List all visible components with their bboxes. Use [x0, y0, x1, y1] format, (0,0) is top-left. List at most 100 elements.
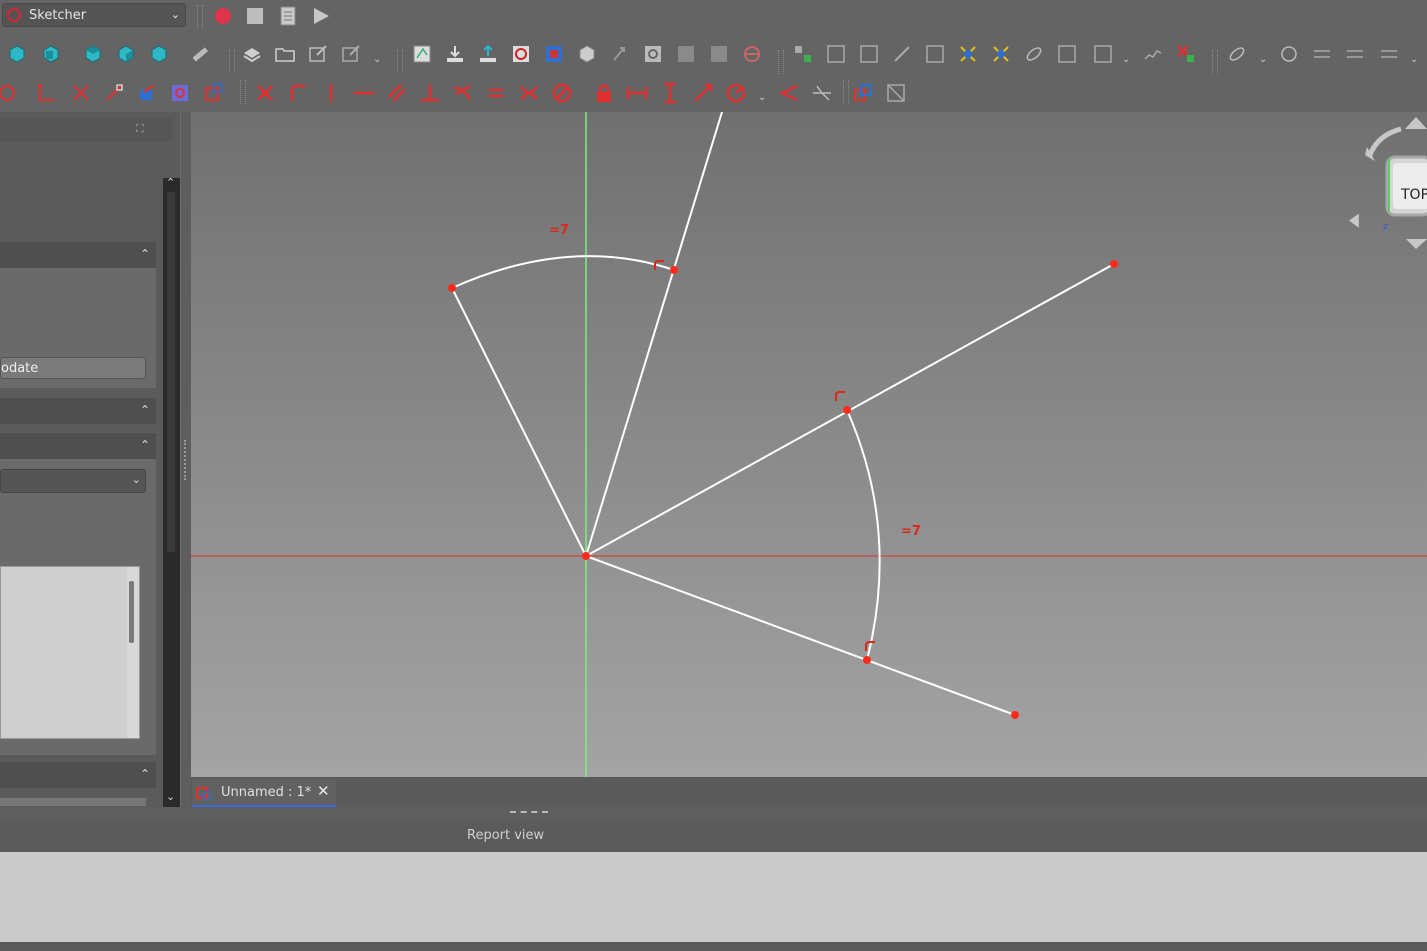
constrain-distance-icon[interactable]	[692, 82, 714, 104]
view-rear-icon[interactable]	[148, 43, 170, 65]
close-icon[interactable]: ✕	[317, 782, 330, 800]
trim-tool-icon[interactable]	[70, 82, 92, 104]
select-elements-icon[interactable]	[990, 43, 1012, 65]
bspline-insert-knot-icon[interactable]	[1378, 43, 1400, 65]
constrain-angle-icon[interactable]	[778, 82, 800, 104]
3d-viewport[interactable]: =7 =7 z TOP	[191, 112, 1427, 777]
stop-operation-icon[interactable]	[741, 43, 763, 65]
leave-sketch-icon[interactable]	[477, 43, 499, 65]
edit-sketch-icon[interactable]	[444, 43, 466, 65]
view-section-icon[interactable]	[543, 43, 565, 65]
delete-constraints-icon[interactable]	[1175, 43, 1197, 65]
validate-sketch-icon[interactable]	[642, 43, 664, 65]
sketch-point[interactable]	[1011, 711, 1019, 719]
view-sketch-icon[interactable]	[510, 43, 532, 65]
constrain-horizontal-icon[interactable]	[353, 82, 375, 104]
arrow-left-icon[interactable]	[1349, 213, 1359, 228]
workbench-selector[interactable]: Sketcher ⌄	[2, 3, 186, 27]
arrow-up-icon[interactable]	[1405, 117, 1427, 129]
external-geometry-icon[interactable]	[136, 82, 158, 104]
bspline-knot-icon[interactable]	[1311, 43, 1333, 65]
undock-icon[interactable]: ⛶	[136, 122, 144, 136]
constrain-perpendicular-icon[interactable]	[419, 82, 441, 104]
extend-tool-icon[interactable]	[103, 82, 125, 104]
view-top-icon[interactable]	[82, 43, 104, 65]
update-button[interactable]: odate	[0, 357, 146, 379]
carbon-copy-icon[interactable]	[169, 82, 191, 104]
constrain-parallel-icon[interactable]	[386, 82, 408, 104]
list-scrollbar[interactable]	[127, 567, 139, 738]
scroll-thumb[interactable]	[167, 192, 175, 552]
symmetry-icon[interactable]	[1056, 43, 1078, 65]
clone-icon[interactable]	[1092, 43, 1114, 65]
group-icon[interactable]	[274, 43, 296, 65]
rectangular-array-icon[interactable]	[1142, 43, 1164, 65]
select-conflicting-icon[interactable]	[957, 43, 979, 65]
show-hide-geometry-icon[interactable]	[1023, 43, 1045, 65]
constrain-lock-icon[interactable]	[593, 82, 615, 104]
constrain-snell-icon[interactable]	[811, 82, 833, 104]
merge-sketches-icon[interactable]	[675, 43, 697, 65]
toggle-driving-icon[interactable]	[852, 82, 874, 104]
constrain-horizontal-distance-icon[interactable]	[626, 82, 648, 104]
constraint-marker-icon[interactable]	[835, 391, 845, 401]
scroll-thumb[interactable]	[129, 581, 134, 643]
view-front-icon[interactable]	[40, 43, 62, 65]
sketch-line[interactable]	[585, 112, 723, 557]
select-vertical-axis-icon[interactable]	[858, 43, 880, 65]
bspline-icon[interactable]	[1226, 43, 1248, 65]
reorient-sketch-icon[interactable]	[609, 43, 631, 65]
sketch-line[interactable]	[585, 555, 1016, 716]
run-macro-icon[interactable]	[310, 5, 332, 27]
sketch-point[interactable]	[670, 266, 678, 274]
scroll-up-icon[interactable]: ⌃	[166, 176, 175, 189]
circle-tool-icon[interactable]	[0, 82, 18, 104]
navigation-cube[interactable]: z TOP	[1349, 117, 1427, 257]
link-actions-icon[interactable]	[340, 43, 362, 65]
constrain-vertical-icon[interactable]	[320, 82, 342, 104]
select-origin-icon[interactable]	[825, 43, 847, 65]
constrain-block-icon[interactable]	[551, 82, 573, 104]
filter-dropdown[interactable]: ⌄	[0, 469, 146, 493]
sketch-canvas[interactable]: =7 =7	[191, 112, 1427, 777]
sketch-point[interactable]	[863, 656, 871, 664]
bspline-join-icon[interactable]	[1344, 43, 1366, 65]
scroll-down-icon[interactable]: ⌄	[166, 790, 175, 803]
task-section-header[interactable]: ⌃	[0, 398, 156, 424]
task-section-header[interactable]: ⌃	[0, 762, 156, 788]
chevron-down-icon[interactable]: ⌄	[1259, 54, 1267, 65]
document-tab[interactable]: Unnamed : 1* ✕	[192, 780, 336, 808]
view-right-icon[interactable]	[115, 43, 137, 65]
constrain-tangent-icon[interactable]	[452, 82, 474, 104]
chevron-down-icon[interactable]: ⌄	[758, 92, 766, 103]
constrain-coincident-icon[interactable]	[254, 82, 276, 104]
constrain-equal-icon[interactable]	[485, 82, 507, 104]
sketch-arc[interactable]	[846, 409, 881, 661]
mirror-sketch-icon[interactable]	[708, 43, 730, 65]
construction-mode-icon[interactable]	[202, 82, 224, 104]
task-section-header[interactable]: ⌃	[0, 242, 156, 268]
panel-scrollbar[interactable]: ⌃ ⌄	[163, 176, 180, 807]
sketch-point[interactable]	[582, 552, 590, 560]
select-constraints-icon[interactable]	[792, 43, 814, 65]
select-redundant-icon[interactable]	[924, 43, 946, 65]
constrain-vertical-distance-icon[interactable]	[659, 82, 681, 104]
report-splitter[interactable]	[0, 807, 1427, 822]
chevron-down-icon[interactable]: ⌄	[1410, 54, 1418, 65]
rotate-left-icon[interactable]	[1366, 126, 1402, 158]
arrow-down-icon[interactable]	[1406, 239, 1427, 249]
toggle-active-icon[interactable]	[885, 82, 907, 104]
navcube-face-label[interactable]: TOP	[1401, 187, 1427, 203]
macros-icon[interactable]	[277, 5, 299, 27]
new-sketch-icon[interactable]	[411, 43, 433, 65]
sketch-line[interactable]	[451, 287, 587, 557]
chevron-down-icon[interactable]: ⌄	[373, 54, 381, 65]
sketch-arc[interactable]	[451, 255, 675, 289]
report-view-output[interactable]	[0, 852, 1427, 942]
equal-constraint-label[interactable]: =7	[549, 223, 569, 238]
bspline-degree-icon[interactable]	[1278, 43, 1300, 65]
task-section-header[interactable]: ⌃	[0, 433, 156, 459]
fillet-tool-icon[interactable]	[36, 82, 58, 104]
constrain-symmetric-icon[interactable]	[518, 82, 540, 104]
constrain-radius-icon[interactable]	[725, 82, 747, 104]
